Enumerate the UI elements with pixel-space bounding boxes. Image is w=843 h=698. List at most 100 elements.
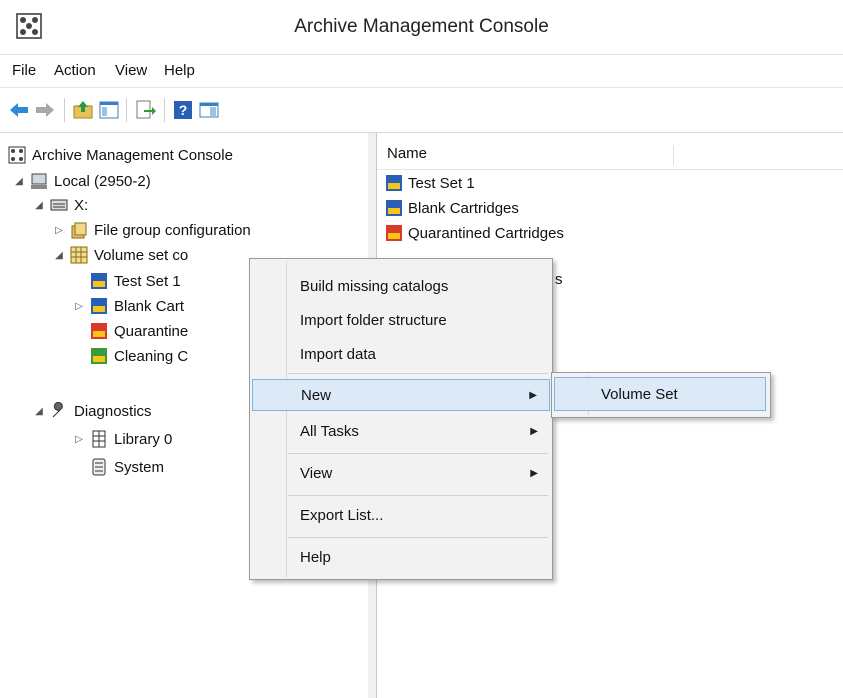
menu-help[interactable]: Help [164, 62, 195, 79]
tree-item-label: Quarantine [114, 322, 189, 340]
tree-item-file-group-configuration[interactable]: ▷ File group configuration [52, 218, 251, 242]
list-item-partial-text: s [555, 271, 563, 288]
cartridge-blue-icon [91, 298, 107, 314]
menu-view[interactable]: View [115, 62, 147, 79]
menu-item-import-data[interactable]: Import data [252, 338, 550, 370]
menu-separator [288, 373, 548, 374]
svg-text:?: ? [179, 102, 188, 118]
toolbar: ? [0, 88, 843, 133]
menu-item-build-missing-catalogs[interactable]: Build missing catalogs [252, 270, 550, 302]
toolbar-separator [64, 98, 65, 122]
menu-item-help[interactable]: Help [252, 541, 550, 573]
library-icon [92, 430, 106, 448]
menu-item-import-folder-structure[interactable]: Import folder structure [252, 304, 550, 336]
export-list-icon[interactable] [134, 99, 156, 121]
expand-arrow-icon[interactable]: ◢ [52, 250, 66, 261]
tree-item-volume-set-configuration[interactable]: ◢ Volume set co [52, 243, 188, 267]
menu-item-export-list[interactable]: Export List... [252, 499, 550, 531]
tree-item-local[interactable]: ◢ Local (2950-2) [12, 169, 151, 193]
tree-item-blank-cartridges[interactable]: ▷ Blank Cart [72, 294, 184, 318]
menu-bar: File Action View Help [0, 55, 843, 88]
tree-item-label: System [114, 458, 165, 476]
tree-item-label: X: [74, 196, 89, 214]
tree-item-label: Local (2950-2) [54, 172, 151, 190]
menu-item-label: New [301, 386, 332, 404]
cartridge-green-icon [91, 348, 107, 364]
menu-item-volume-set[interactable]: Volume Set [554, 377, 766, 411]
console-icon [8, 146, 26, 164]
menu-item-label: Import data [300, 345, 376, 363]
cartridge-blue-icon [386, 175, 402, 191]
cartridge-red-icon [91, 323, 107, 339]
column-header-name[interactable]: Name [387, 145, 427, 162]
system-icon [92, 458, 106, 476]
tree-item-diagnostics[interactable]: ◢ Diagnostics [32, 399, 152, 423]
menu-file[interactable]: File [12, 62, 36, 79]
menu-item-label: Volume Set [601, 385, 678, 403]
submenu-arrow-icon: ▶ [529, 389, 537, 401]
expand-arrow-icon[interactable]: ▷ [72, 434, 86, 445]
menu-item-new[interactable]: New ▶ [252, 379, 550, 411]
menu-item-label: Help [300, 548, 331, 566]
wrench-icon [52, 402, 63, 418]
menu-item-label: Import folder structure [300, 311, 447, 329]
list-item-label: Quarantined Cartridges [408, 224, 564, 242]
title-bar: Archive Management Console [0, 0, 843, 55]
menu-item-all-tasks[interactable]: All Tasks ▶ [252, 415, 550, 447]
tree-item-test-set-1[interactable]: Test Set 1 [90, 269, 181, 293]
tree-item-library-0[interactable]: ▷ Library 0 [72, 427, 172, 451]
tree-item-label: Library 0 [114, 430, 173, 448]
help-icon[interactable]: ? [172, 99, 194, 121]
tree-item-label: Test Set 1 [114, 272, 181, 290]
menu-item-label: View [300, 464, 333, 482]
menu-separator [288, 453, 548, 454]
up-folder-icon[interactable] [72, 99, 94, 121]
menu-separator [288, 537, 548, 538]
tree-item-label: Blank Cart [114, 297, 185, 315]
tree-item-quarantined-cartridges[interactable]: Quarantine [90, 319, 188, 343]
back-arrow-icon[interactable] [8, 99, 30, 121]
tree-item-cleaning-cartridges[interactable]: Cleaning C [90, 344, 188, 368]
menu-action[interactable]: Action [54, 62, 96, 79]
list-item-label: Test Set 1 [408, 174, 475, 192]
cartridge-blue-icon [91, 273, 107, 289]
expand-arrow-icon[interactable]: ▷ [52, 225, 66, 236]
tree-item-system[interactable]: System [90, 455, 164, 479]
list-item-label: Blank Cartridges [408, 199, 519, 217]
submenu-new: Volume Set [551, 372, 771, 418]
submenu-arrow-icon: ▶ [530, 425, 538, 437]
list-item-quarantined-cartridges[interactable]: Quarantined Cartridges [385, 221, 564, 245]
menu-item-label: Build missing catalogs [300, 277, 449, 295]
list-header: Name [377, 141, 843, 170]
tree-item-console-root[interactable]: Archive Management Console [8, 143, 233, 167]
column-divider[interactable] [673, 145, 674, 165]
show-hide-tree-icon[interactable] [98, 99, 120, 121]
file-group-icon [71, 222, 87, 239]
list-item-blank-cartridges[interactable]: Blank Cartridges [385, 196, 519, 220]
menu-item-view[interactable]: View ▶ [252, 457, 550, 489]
toolbar-separator [164, 98, 165, 122]
forward-arrow-icon[interactable] [34, 99, 56, 121]
expand-arrow-icon[interactable]: ◢ [32, 406, 46, 417]
submenu-arrow-icon: ▶ [530, 467, 538, 479]
menu-item-label: Export List... [300, 506, 384, 524]
tree-item-label: Diagnostics [74, 402, 152, 420]
tree-item-label: File group configuration [94, 221, 251, 239]
menu-item-label: All Tasks [300, 422, 359, 440]
volume-set-icon [70, 246, 88, 264]
tree-item-label: Cleaning C [114, 347, 189, 365]
tree-item-label: Archive Management Console [32, 146, 233, 164]
tree-item-label: Volume set co [94, 246, 189, 264]
context-menu: Build missing catalogs Import folder str… [249, 258, 553, 580]
action-pane-icon[interactable] [198, 99, 220, 121]
tree-item-drive-x[interactable]: ◢ X: [32, 193, 88, 217]
cartridge-blue-icon [386, 200, 402, 216]
expand-arrow-icon[interactable]: ▷ [72, 301, 86, 312]
expand-arrow-icon[interactable]: ◢ [32, 200, 46, 211]
menu-separator [288, 495, 548, 496]
window-title: Archive Management Console [294, 16, 549, 37]
list-item-test-set-1[interactable]: Test Set 1 [385, 171, 475, 195]
cartridge-red-icon [386, 225, 402, 241]
expand-arrow-icon[interactable]: ◢ [12, 176, 26, 187]
drive-icon [50, 199, 68, 211]
